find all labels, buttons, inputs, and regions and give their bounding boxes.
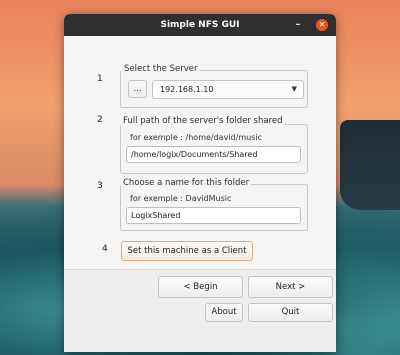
set-client-button[interactable]: Set this machine as a Client bbox=[121, 241, 253, 261]
step-number-3: 3 bbox=[97, 181, 103, 191]
begin-button[interactable]: < Begin bbox=[158, 276, 243, 298]
folder-name-input[interactable]: LogixShared bbox=[126, 207, 301, 224]
close-icon[interactable]: ✕ bbox=[316, 19, 328, 31]
minimize-icon[interactable]: – bbox=[292, 19, 304, 31]
server-select[interactable]: 192.168.1.10 ▼ bbox=[152, 80, 304, 99]
shared-path-hint: for exemple : /home/david/music bbox=[130, 133, 262, 142]
window-title: Simple NFS GUI bbox=[160, 20, 240, 30]
app-window: Simple NFS GUI – ✕ 1 Select the Server .… bbox=[64, 14, 336, 352]
title-bar[interactable]: Simple NFS GUI – ✕ bbox=[64, 14, 336, 36]
folder-name-hint: for exemple : DavidMusic bbox=[130, 194, 232, 203]
wallpaper-structure bbox=[340, 120, 400, 210]
browse-server-button[interactable]: ... bbox=[128, 80, 147, 98]
shared-path-frame-label: Full path of the server's folder shared bbox=[121, 116, 285, 127]
shared-path-input[interactable]: /home/logix/Documents/Shared bbox=[126, 146, 301, 163]
about-button[interactable]: About bbox=[205, 303, 243, 322]
step-number-4: 4 bbox=[102, 244, 108, 254]
server-frame-label: Select the Server bbox=[122, 64, 200, 75]
chevron-down-icon: ▼ bbox=[291, 85, 297, 93]
main-content: 1 Select the Server ... 192.168.1.10 ▼ 2… bbox=[64, 36, 336, 352]
step-number-2: 2 bbox=[97, 115, 103, 125]
next-button[interactable]: Next > bbox=[248, 276, 333, 298]
folder-name-frame-label: Choose a name for this folder bbox=[121, 178, 252, 189]
quit-button[interactable]: Quit bbox=[248, 303, 333, 322]
step-number-1: 1 bbox=[97, 74, 103, 84]
server-select-value: 192.168.1.10 bbox=[160, 85, 214, 94]
